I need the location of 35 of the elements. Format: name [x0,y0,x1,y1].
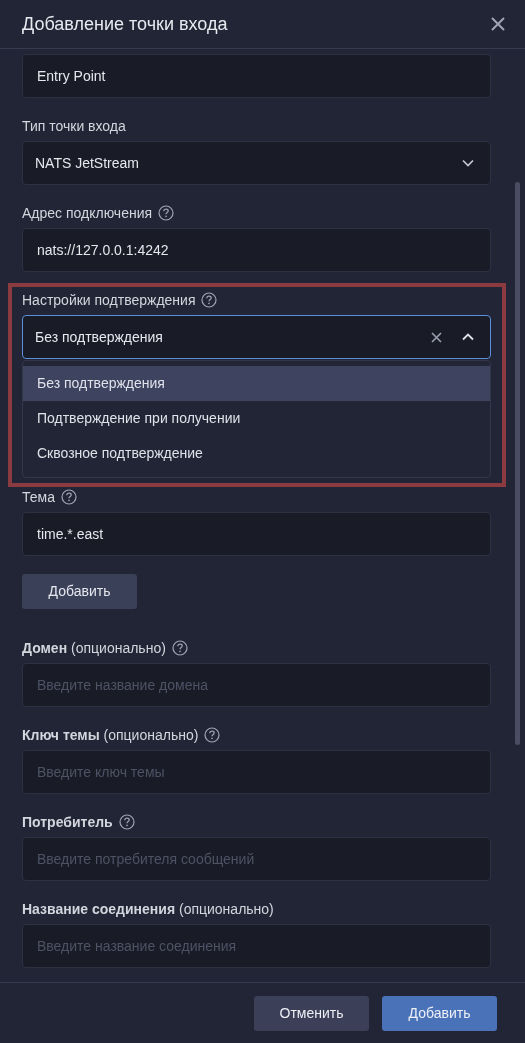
text-field[interactable]: nats://127.0.0.1:4242 [22,228,491,272]
text-field[interactable]: Entry Point [22,54,491,98]
help-icon[interactable] [171,640,188,656]
dropdown-option[interactable]: Без подтверждения [23,366,490,401]
help-icon[interactable] [158,205,175,221]
dropdown-option[interactable]: Сквозное подтверждение [23,436,490,471]
text-field[interactable]: Введите потребителя сообщений [22,837,491,881]
field-label: Ключ темы (опционально) [22,725,199,745]
clear-icon[interactable] [431,331,442,343]
text-field[interactable]: Введите название соединения [22,924,491,968]
select-field[interactable]: NATS JetStream [22,141,491,185]
submit-button[interactable]: Добавить [382,995,497,1031]
help-icon[interactable] [60,489,77,505]
field-label: Тип точки входа [22,116,126,136]
text-field[interactable]: time.*.east [22,512,491,556]
select-field[interactable]: Без подтверждения [22,315,491,359]
scrollbar-thumb[interactable] [515,182,520,745]
dropdown-option[interactable]: Подтверждение при получении [23,401,490,436]
help-icon[interactable] [201,292,218,308]
chevron-down-icon[interactable] [462,159,474,167]
help-icon[interactable] [204,727,221,743]
field-label: Настройки подтверждения [22,290,196,310]
close-icon[interactable] [491,17,505,31]
cancel-button[interactable]: Отменить [254,995,369,1031]
field-label: Потребитель [22,812,113,832]
text-field[interactable]: Введите название домена [22,663,491,707]
text-field[interactable]: Введите ключ темы [22,750,491,794]
field-label: Тема [22,487,55,507]
field-label: Название соединения (опционально) [22,899,274,919]
chevron-up-icon[interactable] [462,333,474,341]
field-label: Адрес подключения [22,203,153,223]
field-label: Домен (опционально) [22,638,166,658]
help-icon[interactable] [118,814,135,830]
add-button[interactable]: Добавить [22,574,137,609]
dialog-title: Добавление точки входа [22,12,228,36]
